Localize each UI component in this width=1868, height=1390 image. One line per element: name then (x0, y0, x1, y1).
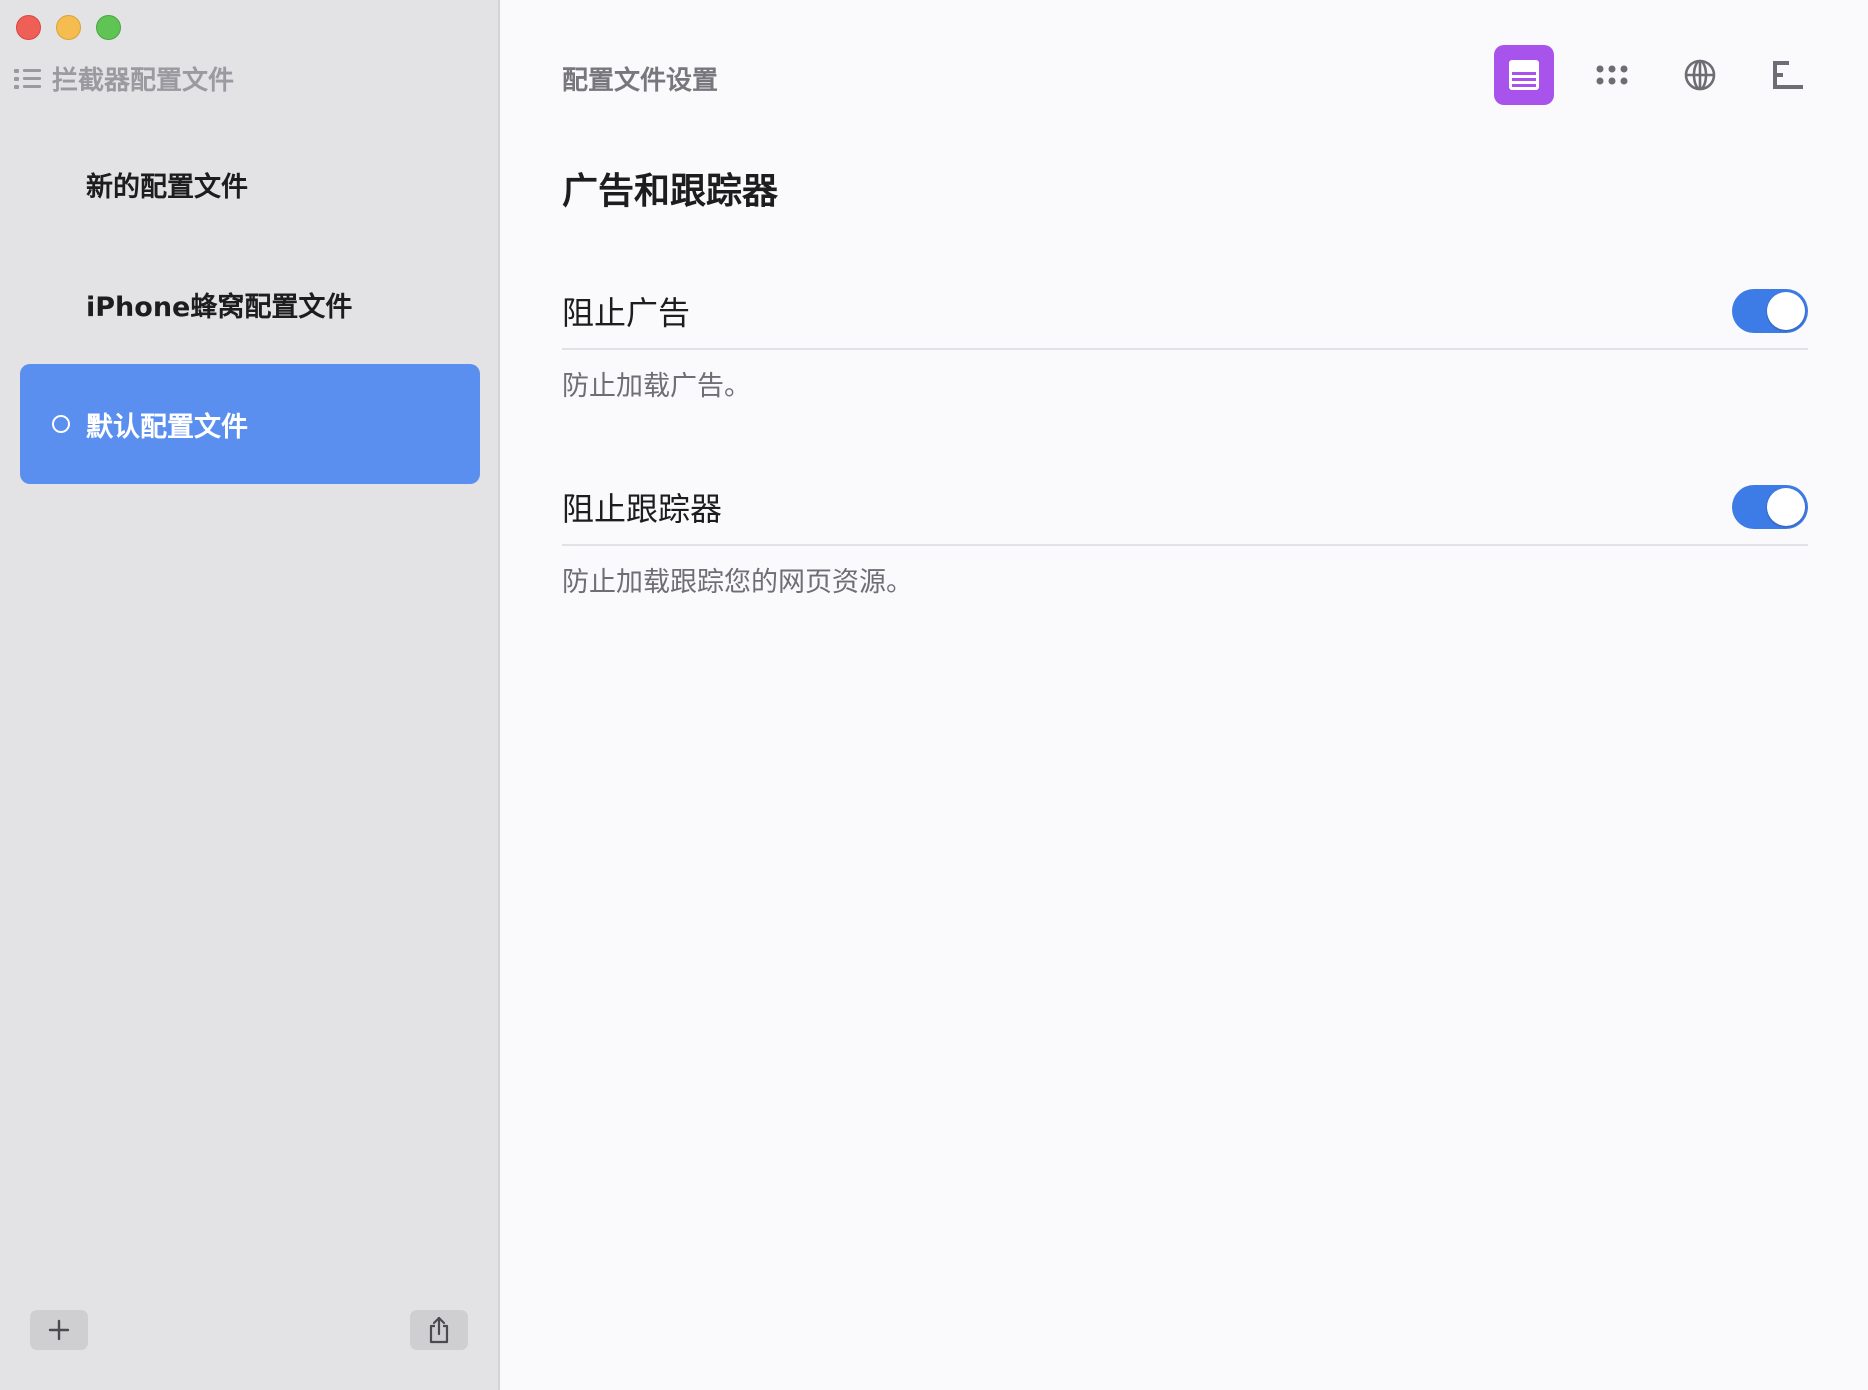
profile-item-new[interactable]: 新的配置文件 (20, 124, 480, 244)
app-window: 拦截器配置文件 新的配置文件 iPhone蜂窝配置文件 默认配置文件 配置文件设… (0, 0, 1868, 1390)
setting-row: 阻止广告 (562, 274, 1808, 350)
globe-icon (1684, 59, 1716, 91)
profile-item-label: 默认配置文件 (86, 411, 248, 443)
sidebar-title: 拦截器配置文件 (52, 66, 235, 96)
list-view-button[interactable] (1494, 45, 1554, 105)
main-panel: 配置文件设置 广告和跟踪器 阻止广告 防止加载广告。 阻止跟踪器 防止加载跟踪您… (500, 0, 1868, 1390)
block-ads-setting: 阻止广告 防止加载广告。 (562, 274, 1808, 403)
toggle-knob (1767, 488, 1805, 526)
sidebar: 拦截器配置文件 新的配置文件 iPhone蜂窝配置文件 默认配置文件 (0, 0, 500, 1390)
toggle-knob (1767, 292, 1805, 330)
setting-label: 阻止跟踪器 (562, 490, 723, 528)
tree-view-button[interactable] (1758, 45, 1818, 105)
globe-view-button[interactable] (1670, 45, 1730, 105)
profile-item-label: 新的配置文件 (86, 171, 248, 203)
setting-description: 防止加载广告。 (562, 371, 751, 402)
setting-row: 阻止跟踪器 (562, 470, 1808, 546)
maximize-window-button[interactable] (96, 15, 121, 40)
block-trackers-setting: 阻止跟踪器 防止加载跟踪您的网页资源。 (562, 470, 1808, 599)
profile-item-label: iPhone蜂窝配置文件 (86, 291, 353, 323)
minimize-window-button[interactable] (56, 15, 81, 40)
block-ads-toggle[interactable] (1732, 289, 1808, 333)
share-profile-button[interactable] (410, 1310, 468, 1350)
page-title: 配置文件设置 (562, 66, 719, 96)
close-window-button[interactable] (16, 15, 41, 40)
profile-item-default[interactable]: 默认配置文件 (20, 364, 480, 484)
setting-description: 防止加载跟踪您的网页资源。 (562, 567, 913, 598)
list-icon (14, 68, 42, 90)
block-trackers-toggle[interactable] (1732, 485, 1808, 529)
plus-icon (48, 1319, 70, 1341)
window-controls (16, 15, 121, 40)
section-title: 广告和跟踪器 (562, 171, 779, 212)
setting-label: 阻止广告 (562, 294, 691, 332)
tree-icon (1773, 61, 1803, 89)
share-icon (429, 1316, 449, 1344)
add-profile-button[interactable] (30, 1310, 88, 1350)
selected-radio-icon (52, 415, 70, 433)
list-icon (1509, 60, 1539, 90)
view-toolbar (1494, 45, 1818, 105)
grid-view-button[interactable] (1582, 45, 1642, 105)
profile-list: 新的配置文件 iPhone蜂窝配置文件 默认配置文件 (20, 124, 480, 484)
sidebar-header: 拦截器配置文件 (14, 60, 234, 97)
sidebar-footer (30, 1310, 468, 1350)
grid-icon (1596, 65, 1628, 85)
profile-item-iphone-cellular[interactable]: iPhone蜂窝配置文件 (20, 244, 480, 364)
